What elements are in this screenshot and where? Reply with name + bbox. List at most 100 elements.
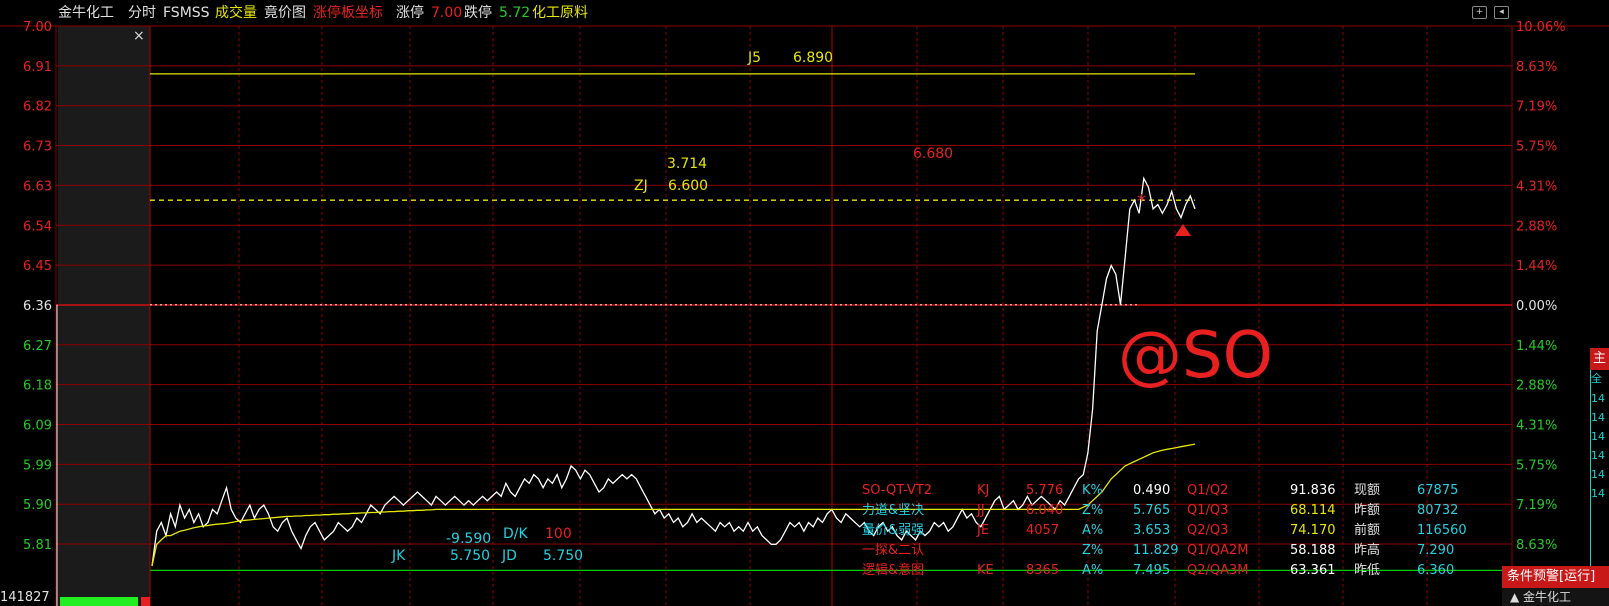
- stats-cell: 8365: [1026, 563, 1059, 578]
- stats-cell: 91.836: [1290, 483, 1336, 498]
- side-tab-all[interactable]: 全: [1591, 370, 1609, 386]
- triangle-marker-icon: [1175, 224, 1191, 236]
- y-left-tick: 6.09: [23, 419, 52, 434]
- stats-cell: 67875: [1417, 483, 1458, 498]
- stats-cell: 68.114: [1290, 503, 1336, 518]
- stats-cell: 7.290: [1417, 543, 1454, 558]
- stats-cell: 量价&弱强: [862, 523, 924, 538]
- stats-cell: Z%: [1082, 543, 1103, 558]
- stats-cell: Q1/QA2M: [1187, 543, 1249, 558]
- volume-readout: 141827: [0, 590, 50, 605]
- y-left-tick: 6.63: [23, 179, 52, 194]
- stats-cell: 逻辑&意图: [862, 562, 924, 578]
- stats-cell: K%: [1082, 483, 1103, 498]
- alert-item[interactable]: ▲ 金牛化工: [1502, 588, 1609, 606]
- y-axis-right: 10.06% 8.63% 7.19% 5.75% 4.31% 2.88% 1.44% 0.00…: [1516, 20, 1566, 553]
- chart-grid: [0, 25, 1609, 606]
- stats-cell: 前额: [1354, 522, 1380, 538]
- y-right-tick: 8.63%: [1516, 538, 1557, 553]
- annotation-label: 5.750: [450, 548, 490, 564]
- stats-cell: 5.776: [1026, 483, 1063, 498]
- side-value: 14: [1591, 430, 1605, 443]
- stats-cell: 63.361: [1290, 563, 1336, 578]
- side-value: 14: [1591, 392, 1605, 405]
- stats-cell: 0.490: [1133, 483, 1170, 498]
- stats-cell: 力道&坚决: [862, 503, 924, 518]
- stats-cell: 6.040: [1026, 503, 1063, 518]
- series-group: *: [56, 176, 1196, 606]
- stats-cell: A%: [1082, 523, 1103, 538]
- y-right-tick: 8.63%: [1516, 60, 1557, 75]
- annotation-label: JK: [391, 548, 406, 564]
- y-right-tick: 10.06%: [1516, 20, 1566, 35]
- stats-cell: 74.170: [1290, 523, 1336, 538]
- watermark: @SO: [1118, 319, 1273, 393]
- stats-cell: 现额: [1354, 483, 1380, 498]
- stats-cell: 昨高: [1354, 542, 1380, 558]
- y-right-tick: 4.31%: [1516, 179, 1557, 194]
- side-value: 14: [1591, 468, 1605, 481]
- y-right-tick: 1.44%: [1516, 259, 1557, 274]
- y-left-tick: 5.99: [23, 458, 52, 473]
- auction-volume-bar-red: [141, 597, 150, 606]
- y-left-tick: 5.90: [23, 498, 52, 513]
- stats-cell: SO-QT-VT2: [862, 483, 932, 498]
- y-left-tick: 6.91: [23, 60, 52, 75]
- stats-cell: 昨额: [1354, 503, 1380, 518]
- y-axis-left: 7.00 6.91 6.82 6.73 6.63 6.54 6.45 6.36 6.27 6.18…: [23, 20, 52, 553]
- side-tab-main[interactable]: 主: [1590, 348, 1609, 370]
- annotation-label: 5.750: [543, 548, 583, 564]
- stats-cell: Q2/Q3: [1187, 523, 1228, 538]
- stats-cell: 6.360: [1417, 563, 1454, 578]
- annotation-label: J5: [747, 50, 761, 66]
- stats-cell: KJ: [977, 483, 989, 498]
- alert-item-label: 金牛化工: [1523, 590, 1572, 604]
- y-left-tick: 6.18: [23, 379, 52, 394]
- annotation-label: 6.890: [793, 50, 833, 66]
- annotation-label: 3.714: [667, 156, 707, 172]
- y-left-tick: 6.54: [23, 219, 52, 234]
- alert-arrow-icon: ▲: [1510, 590, 1524, 604]
- stats-cell: 一探&二认: [862, 543, 924, 558]
- stats-cell: KE: [977, 563, 994, 578]
- side-value: 14: [1591, 411, 1605, 424]
- stats-cell: 5.765: [1133, 503, 1170, 518]
- stats-cell: 4057: [1026, 523, 1059, 538]
- stats-cell: Q1/Q2: [1187, 483, 1228, 498]
- y-right-tick: 5.75%: [1516, 458, 1557, 473]
- y-right-tick: 2.88%: [1516, 219, 1557, 234]
- stats-cell: 11.829: [1133, 543, 1179, 558]
- y-right-tick: 7.19%: [1516, 498, 1557, 513]
- y-left-tick: 6.73: [23, 140, 52, 155]
- stats-cell: JE: [976, 523, 989, 538]
- annotation-label: 100: [545, 526, 572, 542]
- star-marker-icon: *: [1137, 191, 1146, 212]
- alert-tab[interactable]: 条件预警[运行]: [1502, 566, 1609, 588]
- y-left-tick: 6.82: [23, 100, 52, 115]
- y-left-tick: 5.81: [23, 538, 52, 553]
- side-value: 14: [1591, 487, 1605, 500]
- stats-table: SO-QT-VT2 KJ 5.776 K% 0.490 Q1/Q2 91.836 现额 6787…: [862, 483, 1467, 578]
- y-right-tick: 0.00%: [1516, 299, 1557, 314]
- side-value: 14: [1591, 449, 1605, 462]
- y-left-tick: 6.36: [23, 299, 52, 314]
- y-left-tick: 6.45: [23, 259, 52, 274]
- stats-cell: 3.653: [1133, 523, 1170, 538]
- y-left-tick: 7.00: [23, 20, 52, 35]
- auction-volume-bar: [60, 597, 138, 606]
- y-right-tick: 1.44%: [1516, 339, 1557, 354]
- annotation-label: 6.600: [668, 178, 708, 194]
- timeshare-chart: 7.00 6.91 6.82 6.73 6.63 6.54 6.45 6.36 6.27 6.18…: [0, 20, 1609, 606]
- stats-cell: Q1/Q3: [1187, 503, 1228, 518]
- stats-cell: 116560: [1417, 523, 1467, 538]
- annotation-label: -9.590: [446, 531, 491, 547]
- y-right-tick: 7.19%: [1516, 100, 1557, 115]
- stats-cell: A%: [1082, 563, 1103, 578]
- stats-cell: Q2/QA3M: [1187, 563, 1249, 578]
- stats-cell: JJ: [976, 503, 985, 518]
- side-strip: 全 14 14 14 14 14 14: [1590, 370, 1609, 570]
- y-left-tick: 6.27: [23, 339, 52, 354]
- annotation-label: 6.680: [913, 146, 953, 162]
- y-right-tick: 5.75%: [1516, 140, 1557, 155]
- y-right-tick: 4.31%: [1516, 419, 1557, 434]
